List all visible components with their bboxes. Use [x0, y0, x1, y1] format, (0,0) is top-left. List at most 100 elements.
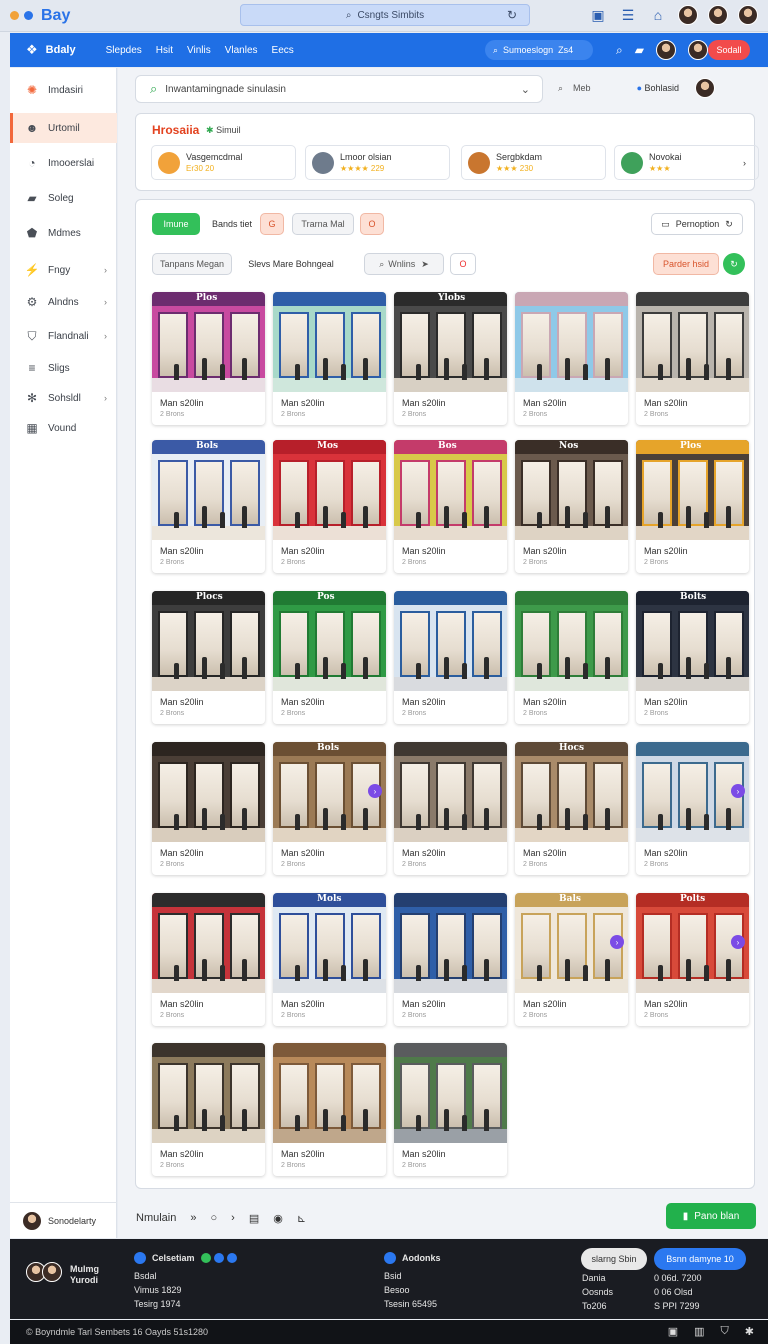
nav-link[interactable]: Slepdes: [106, 45, 142, 56]
play-icon[interactable]: ›: [610, 935, 624, 949]
panel-icon[interactable]: ▣: [588, 5, 608, 25]
bag-icon[interactable]: ⌂: [648, 5, 668, 25]
promotion-button[interactable]: ▭ Pernoption ↻: [651, 213, 743, 235]
product-card[interactable]: Plocs Man s20lin 2 Brons: [152, 591, 265, 724]
product-card[interactable]: Man s20lin 2 Brons: [394, 591, 507, 724]
logo-icon[interactable]: ❖: [26, 42, 38, 58]
product-card[interactable]: › Man s20lin 2 Brons: [636, 742, 749, 875]
filter-pill[interactable]: G: [260, 213, 284, 235]
featured-card[interactable]: Sergbkdam ★★★ 230: [461, 145, 606, 180]
filter-pill[interactable]: Tanpans Megan: [152, 253, 232, 275]
featured-card[interactable]: Lmoor olsian ★★★★ 229: [305, 145, 450, 180]
settings-icon[interactable]: ✱: [745, 1325, 754, 1338]
nav-link[interactable]: Vinlis: [187, 45, 211, 56]
play-icon[interactable]: ›: [731, 935, 745, 949]
sidebar-item[interactable]: ⚡ Fngy ›: [10, 255, 117, 285]
product-card[interactable]: Man s20lin 2 Brons: [515, 591, 628, 724]
circle-icon[interactable]: ○: [210, 1212, 217, 1224]
sidebar-item[interactable]: ☻ Urtomil: [10, 113, 117, 143]
footer-line[interactable]: S PPI 7299: [654, 1299, 702, 1313]
footer-line[interactable]: 0 06 Olsd: [654, 1285, 702, 1299]
filter-search[interactable]: ⌕ Wnlins ➤: [364, 253, 444, 275]
product-card[interactable]: Man s20lin 2 Brons: [273, 292, 386, 425]
product-card[interactable]: Man s20lin 2 Brons: [152, 1043, 265, 1176]
product-card[interactable]: Man s20lin 2 Brons: [273, 1043, 386, 1176]
sidebar-item[interactable]: ⬟ Mdmes: [10, 218, 117, 248]
primary-button[interactable]: ▮ Pano blan: [666, 1203, 756, 1229]
chevron-right-icon[interactable]: ›: [743, 158, 746, 168]
featured-card[interactable]: Novokai ★★★: [614, 145, 759, 180]
footer-line[interactable]: 0 06d. 7200: [654, 1271, 702, 1285]
footer-line[interactable]: Tesirg 1974: [134, 1297, 237, 1311]
filter-pill[interactable]: O: [360, 213, 384, 235]
chart-icon[interactable]: ▥: [694, 1325, 704, 1338]
avatar[interactable]: [695, 78, 716, 98]
product-card[interactable]: Bolts Man s20lin 2 Brons: [636, 591, 749, 724]
avatar[interactable]: [656, 40, 676, 60]
product-card[interactable]: Bols › Man s20lin 2 Brons: [273, 742, 386, 875]
product-card[interactable]: Man s20lin 2 Brons: [152, 893, 265, 1026]
product-card[interactable]: Plos Man s20lin 2 Brons: [636, 440, 749, 573]
search-icon[interactable]: ⌕: [616, 43, 623, 58]
chat-icon[interactable]: ▰: [635, 43, 644, 57]
product-card[interactable]: Pos Man s20lin 2 Brons: [273, 591, 386, 724]
product-card[interactable]: Bos Man s20lin 2 Brons: [394, 440, 507, 573]
filter-pill[interactable]: Trarna Mal: [292, 213, 354, 235]
crop-icon[interactable]: ⊾: [297, 1212, 306, 1225]
product-card[interactable]: Plos Man s20lin 2 Brons: [152, 292, 265, 425]
filter-pill[interactable]: Bands tiet: [206, 213, 258, 235]
sidebar-user[interactable]: Sonodelarty: [10, 1202, 117, 1238]
nav-brand[interactable]: Bdaly: [46, 44, 76, 56]
shield-icon[interactable]: ⛉: [721, 1325, 729, 1338]
order-pill[interactable]: Parder hsid: [653, 253, 719, 275]
record-icon[interactable]: ◉: [273, 1212, 283, 1225]
footer-line[interactable]: Tsesin 65495: [384, 1297, 441, 1311]
product-card[interactable]: Man s20lin 2 Brons: [394, 893, 507, 1026]
play-icon[interactable]: ›: [731, 784, 745, 798]
footer-line[interactable]: Dania: [582, 1271, 613, 1285]
nav-link[interactable]: Eecs: [272, 45, 294, 56]
window-icon[interactable]: ▣: [668, 1325, 678, 1338]
product-card[interactable]: Man s20lin 2 Brons: [152, 742, 265, 875]
nav-link[interactable]: Vlanles: [225, 45, 258, 56]
footer-line[interactable]: Bsid: [384, 1269, 441, 1283]
product-card[interactable]: Man s20lin 2 Brons: [515, 292, 628, 425]
save-icon[interactable]: ▤: [249, 1212, 259, 1225]
sidebar-item[interactable]: ▰ Soleg: [10, 183, 117, 213]
nav-action-button[interactable]: Sodall: [708, 40, 750, 60]
footer-line[interactable]: Besoo: [384, 1283, 441, 1297]
footer-line[interactable]: Bsdal: [134, 1269, 237, 1283]
product-card[interactable]: Man s20lin 2 Brons: [394, 742, 507, 875]
featured-card[interactable]: Vasgemcdmal Er30 20: [151, 145, 296, 180]
sidebar-item[interactable]: ✻ Sohsldl ›: [10, 383, 117, 413]
sidebar-item[interactable]: ▦ Vound: [10, 413, 117, 443]
tray-icon[interactable]: ☰: [618, 5, 638, 25]
footer-button[interactable]: Bsnn damyne 10: [654, 1248, 746, 1270]
top-link-2[interactable]: ● Bohlasid: [637, 83, 679, 93]
chevron-right-icon[interactable]: ›: [231, 1212, 235, 1224]
nav-link[interactable]: Hsit: [156, 45, 173, 56]
filter-pill[interactable]: O: [450, 253, 476, 275]
address-bar[interactable]: ⌕ Csngts Simbits ↻: [240, 4, 530, 26]
search-icon[interactable]: ⌕: [558, 83, 563, 94]
search-input[interactable]: ⌕ Inwantamingnade sinulasin ⌄: [135, 75, 543, 103]
product-card[interactable]: Nos Man s20lin 2 Brons: [515, 440, 628, 573]
nav-search[interactable]: ⌕ Sumoeslogn Zs4: [485, 40, 593, 60]
avatar[interactable]: [688, 40, 708, 60]
product-card[interactable]: Ylobs Man s20lin 2 Brons: [394, 292, 507, 425]
avatar[interactable]: [708, 5, 728, 25]
refresh-icon[interactable]: ↻: [723, 253, 745, 275]
product-card[interactable]: Man s20lin 2 Brons: [394, 1043, 507, 1176]
footer-line[interactable]: To206: [582, 1299, 613, 1313]
footer-button[interactable]: slarng Sbin: [581, 1248, 647, 1270]
product-card[interactable]: Man s20lin 2 Brons: [636, 292, 749, 425]
minimize-dot[interactable]: [10, 11, 19, 20]
product-card[interactable]: Mols Man s20lin 2 Brons: [273, 893, 386, 1026]
avatar[interactable]: [678, 5, 698, 25]
footer-line[interactable]: Vimus 1829: [134, 1283, 237, 1297]
top-link-1[interactable]: Meb: [573, 83, 591, 93]
product-card[interactable]: Hocs Man s20lin 2 Brons: [515, 742, 628, 875]
product-card[interactable]: Mos Man s20lin 2 Brons: [273, 440, 386, 573]
maximize-dot[interactable]: [24, 11, 33, 20]
dropdown-icon[interactable]: ⌄: [521, 83, 530, 96]
